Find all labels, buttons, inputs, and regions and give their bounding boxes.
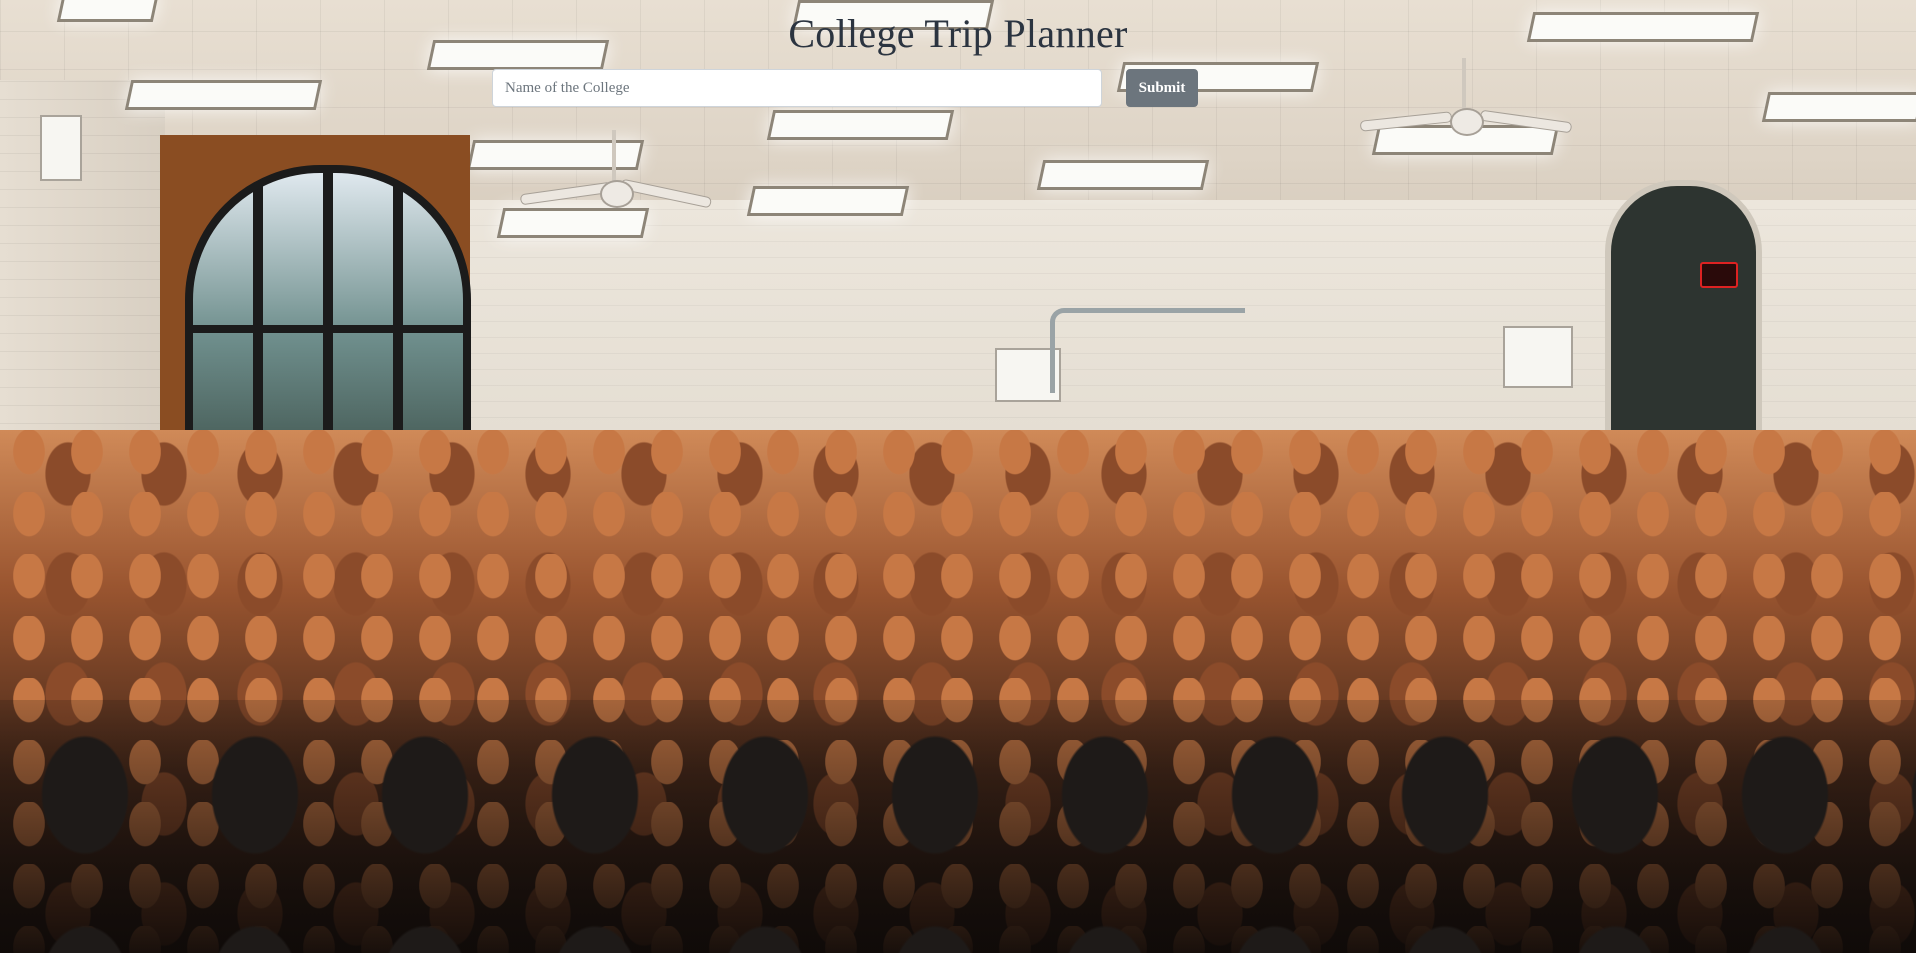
ceiling-light (124, 80, 323, 110)
front-seating-rows (0, 700, 1916, 953)
ceiling-light (1036, 160, 1210, 190)
ceiling-fan (1359, 58, 1573, 142)
page-title: College Trip Planner (788, 11, 1128, 56)
exit-sign (1700, 262, 1738, 288)
ceiling-light (746, 186, 910, 216)
ceiling-fan (519, 130, 713, 214)
wall-pipe (1050, 308, 1245, 393)
ceiling-light (466, 140, 645, 170)
submit-button[interactable]: Submit (1126, 69, 1198, 107)
wall-box (40, 115, 82, 181)
wall-panel (1503, 326, 1573, 388)
college-name-input[interactable] (492, 69, 1102, 107)
college-search-form: Submit (492, 69, 1202, 107)
background-lecture-hall-image (0, 0, 1916, 953)
ceiling-light (766, 110, 955, 140)
ceiling-light (1761, 92, 1916, 122)
